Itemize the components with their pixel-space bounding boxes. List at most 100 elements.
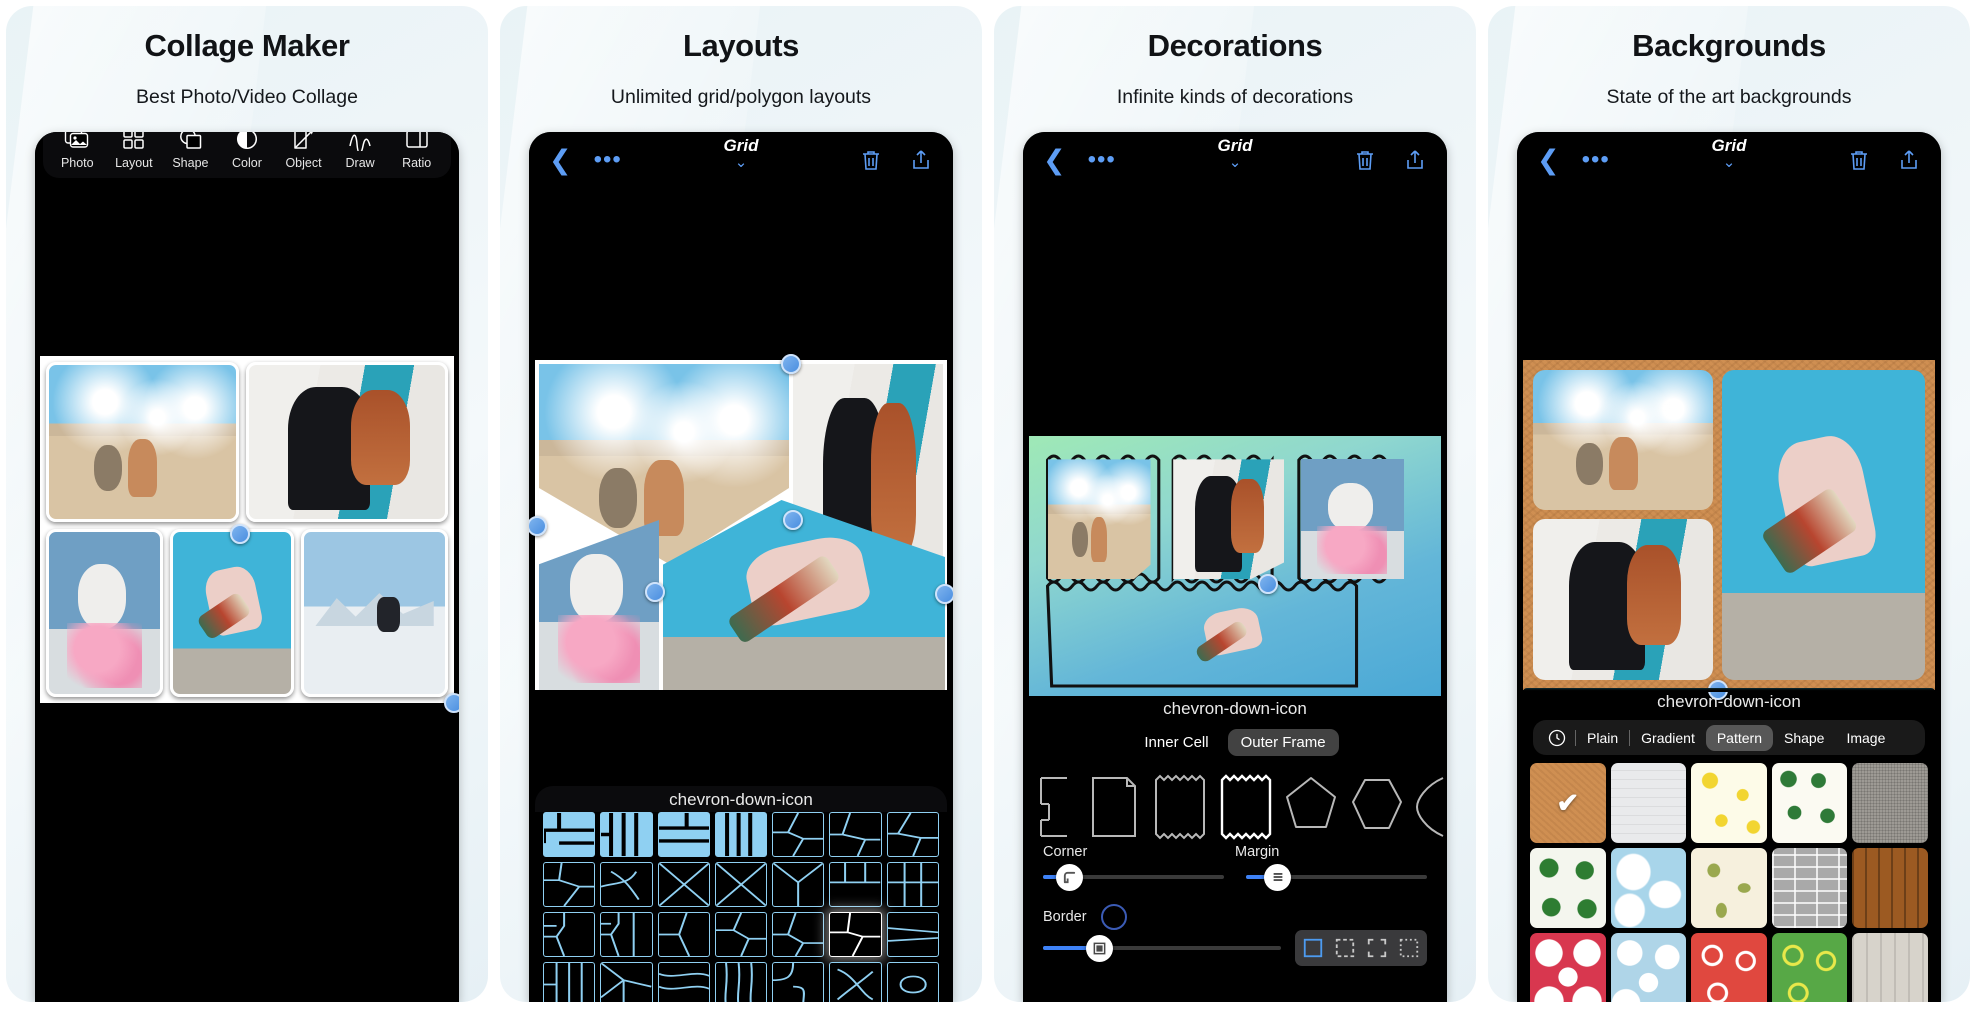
tab-gradient[interactable]: Gradient — [1630, 725, 1706, 751]
pattern-swatch-green-hearts[interactable] — [1771, 933, 1848, 1002]
zigzag-square-shape-icon[interactable] — [1151, 774, 1207, 840]
share-icon[interactable] — [909, 147, 933, 173]
toolbar-item-shape[interactable]: Shape — [164, 132, 216, 170]
photo-cell-beach-boy-and-dog[interactable] — [1047, 459, 1151, 579]
photo-cell-skateboarder-mid-air[interactable] — [169, 529, 295, 697]
pattern-swatch-red-hearts[interactable] — [1691, 933, 1767, 1002]
photo-cell-man-kissing-dog[interactable] — [245, 362, 448, 522]
photo-cell-pink-smoke-jumper[interactable] — [1300, 459, 1404, 579]
share-icon[interactable] — [1403, 147, 1427, 173]
pattern-swatch-grey-fabric[interactable] — [1852, 763, 1928, 844]
layout-thumbnail[interactable] — [657, 861, 710, 907]
recent-clock-icon[interactable] — [1539, 724, 1575, 751]
pattern-swatch-white-wood[interactable] — [1610, 763, 1687, 844]
polygon-handle[interactable] — [783, 510, 803, 530]
layout-thumbnail[interactable] — [886, 961, 939, 1002]
toolbar-item-layout[interactable]: Layout — [108, 132, 160, 170]
trash-icon[interactable] — [859, 147, 883, 173]
toolbar-item-photo[interactable]: Photo — [51, 132, 103, 170]
collage-canvas[interactable] — [40, 356, 459, 713]
layout-thumbnail[interactable] — [772, 812, 825, 857]
pattern-swatch-blue-polka-dots[interactable] — [1610, 933, 1687, 1002]
bracket-shape-icon[interactable] — [1033, 774, 1079, 840]
photo-cell-skateboarder-mid-air[interactable] — [1165, 587, 1297, 691]
pattern-swatch-cork-texture[interactable]: ✔ — [1530, 763, 1606, 844]
layout-thumbnail[interactable] — [714, 861, 768, 907]
toolbar-item-ratio[interactable]: Ratio — [391, 132, 443, 170]
corner-slider-knob[interactable] — [1055, 863, 1083, 891]
more-options-icon[interactable]: ••• — [594, 148, 622, 171]
pattern-swatch-yellow-butterflies[interactable] — [1691, 763, 1767, 844]
layout-thumbnail[interactable] — [829, 861, 882, 907]
pattern-swatch-light-wood[interactable] — [1852, 933, 1928, 1002]
layout-thumbnail[interactable] — [772, 861, 825, 907]
more-options-icon[interactable]: ••• — [1582, 148, 1610, 171]
frame-style-buttons[interactable] — [1295, 930, 1427, 966]
background-category-tabs[interactable]: Plain Gradient Pattern Shape Image — [1533, 720, 1925, 755]
segment-inner-cell[interactable]: Inner Cell — [1131, 729, 1221, 756]
pattern-swatch-grey-brick[interactable] — [1771, 848, 1848, 929]
frame-style-solid-button[interactable] — [1298, 933, 1328, 963]
trash-icon[interactable] — [1847, 147, 1871, 173]
layout-thumbnail[interactable] — [886, 861, 939, 907]
photo-cell-skateboarder-mid-air[interactable] — [1722, 370, 1925, 680]
frame-style-dotted-button[interactable] — [1394, 933, 1424, 963]
back-icon[interactable]: ❮ — [1043, 146, 1066, 174]
more-options-icon[interactable]: ••• — [1088, 148, 1116, 171]
layout-thumbnail[interactable] — [600, 812, 653, 857]
pattern-swatch-green-leaves[interactable] — [1530, 848, 1606, 929]
layout-thumbnail[interactable] — [829, 911, 882, 957]
layout-thumbnail[interactable] — [657, 911, 710, 957]
layout-thumbnail[interactable] — [543, 812, 596, 857]
pattern-swatch-palm-trees[interactable] — [1771, 763, 1848, 844]
layout-thumbnail[interactable] — [829, 961, 882, 1002]
photo-cell-man-kissing-dog[interactable] — [1173, 459, 1285, 579]
collage-resize-handle[interactable] — [1257, 573, 1278, 594]
toolbar-item-object[interactable]: Object — [278, 132, 330, 170]
background-options-panel[interactable]: chevron-down-icon Plain Gradient Pattern… — [1523, 688, 1935, 1002]
border-color-swatch[interactable] — [1100, 904, 1127, 930]
border-slider[interactable] — [1043, 931, 1281, 965]
layout-thumbnail[interactable] — [600, 861, 653, 907]
layout-thumbnail[interactable] — [886, 911, 939, 957]
layout-thumbnail[interactable] — [600, 911, 653, 957]
layout-thumbnail[interactable] — [772, 961, 825, 1002]
photo-cell-pink-smoke-jumper[interactable] — [539, 520, 659, 690]
back-icon[interactable]: ❮ — [549, 146, 572, 174]
layout-thumbnail[interactable] — [657, 961, 710, 1002]
frame-style-dashed-button[interactable] — [1330, 933, 1360, 963]
layout-thumbnail-grid[interactable] — [543, 812, 939, 1002]
tab-pattern[interactable]: Pattern — [1705, 724, 1773, 751]
layout-thumbnail[interactable] — [714, 911, 768, 957]
decorated-collage-canvas[interactable] — [1029, 436, 1441, 696]
frame-shape-list[interactable] — [1029, 756, 1444, 842]
layout-thumbnail[interactable] — [657, 812, 710, 857]
tab-image[interactable]: Image — [1835, 725, 1896, 751]
layout-thumbnail[interactable] — [772, 911, 825, 957]
margin-slider[interactable] — [1246, 860, 1427, 894]
chevron-down-icon[interactable]: ⌄ — [1723, 153, 1736, 171]
layout-thumbnail[interactable] — [543, 911, 596, 957]
layout-thumbnail[interactable] — [600, 961, 653, 1002]
photo-cell-man-kissing-dog[interactable] — [1533, 519, 1714, 680]
frame-style-corner-button[interactable] — [1362, 933, 1392, 963]
trash-icon[interactable] — [1353, 147, 1377, 173]
photo-cell-beach-boy-and-dog[interactable] — [46, 362, 239, 522]
chevron-down-icon[interactable]: chevron-down-icon — [1029, 696, 1441, 719]
pattern-swatch-dark-wood-planks[interactable] — [1852, 848, 1928, 929]
border-slider-knob[interactable] — [1085, 934, 1113, 962]
layout-thumbnail[interactable] — [886, 812, 939, 857]
pattern-swatch-cream-feathers[interactable] — [1691, 848, 1767, 929]
polygon-handle[interactable] — [645, 582, 665, 602]
chevron-down-icon[interactable]: ⌄ — [735, 153, 748, 171]
polygon-handle[interactable] — [781, 354, 801, 374]
chevron-down-icon[interactable]: ⌄ — [1229, 153, 1242, 171]
background-collage-canvas[interactable] — [1523, 360, 1935, 700]
back-icon[interactable]: ❮ — [1537, 146, 1560, 174]
chevron-down-icon[interactable]: chevron-down-icon — [1523, 692, 1935, 712]
layout-thumbnail[interactable] — [543, 861, 596, 907]
layout-thumbnail[interactable] — [543, 961, 596, 1002]
collage-corner-handle[interactable] — [444, 693, 459, 713]
pentagon-shape-icon[interactable] — [1283, 774, 1339, 840]
share-icon[interactable] — [1897, 147, 1921, 173]
